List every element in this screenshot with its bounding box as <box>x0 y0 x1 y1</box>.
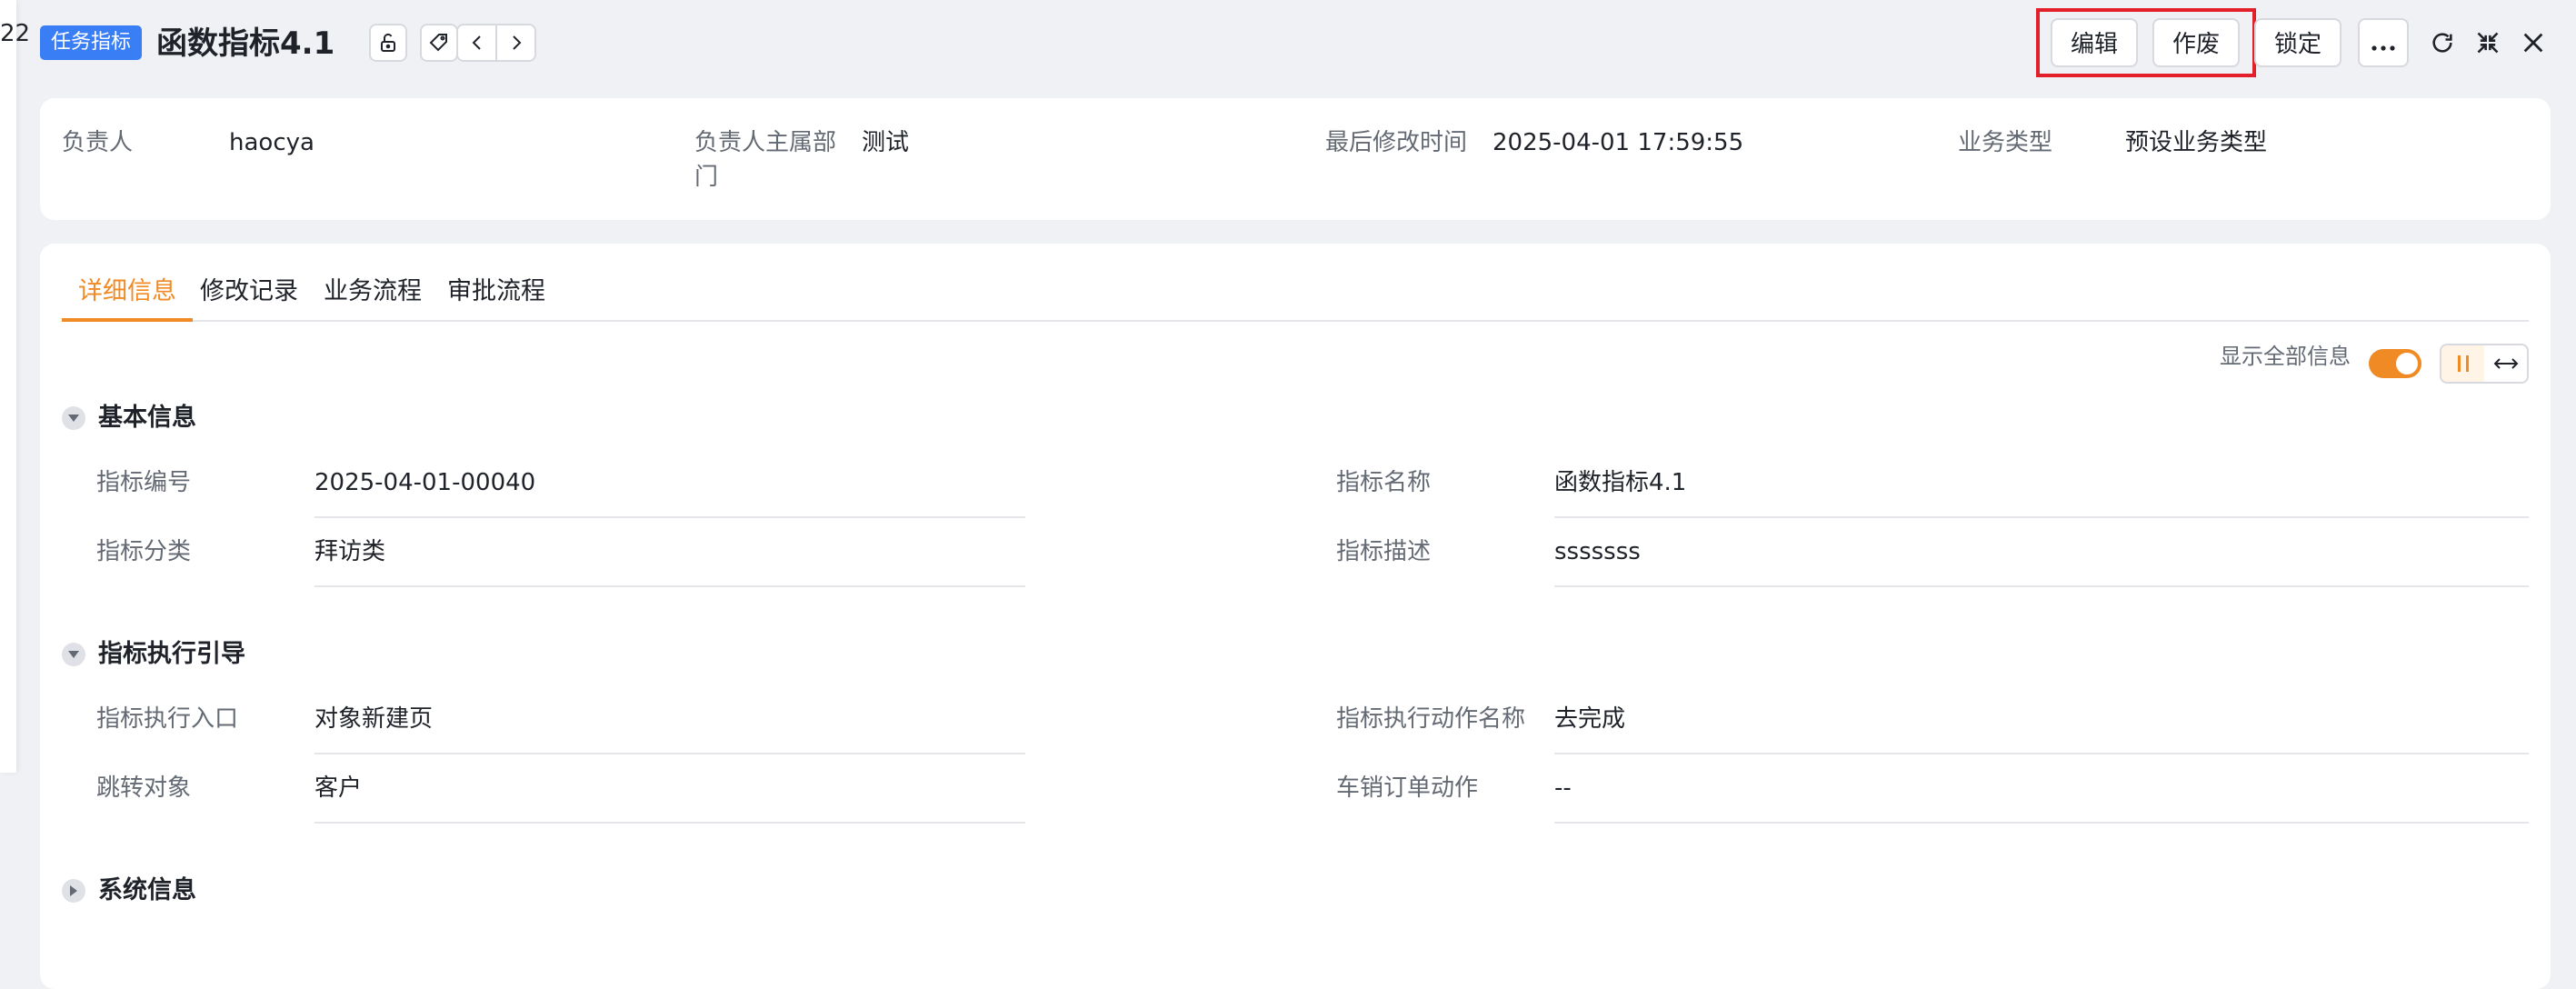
show-all-label: 显示全部信息 <box>2220 344 2351 369</box>
section-title: 基本信息 <box>98 404 196 432</box>
collapse-button[interactable] <box>2467 22 2509 64</box>
field-van-sales-order-action: 车销订单动作 -- <box>1336 754 2529 824</box>
section-system-info-header[interactable]: 系统信息 <box>62 873 196 909</box>
field-execution-entry: 指标执行入口 对象新建页 <box>96 685 1025 754</box>
tag-icon <box>429 34 447 52</box>
field-label: 车销订单动作 <box>1336 774 1479 802</box>
field-indicator-description: 指标描述 sssssss <box>1336 518 2529 587</box>
field-value: 2025-04-01-00040 <box>315 469 536 496</box>
tab-approval-flow[interactable]: 审批流程 <box>447 264 545 320</box>
detail-panel: 详细信息 修改记录 业务流程 审批流程 显示全部信息 基本信息 指标编号 202… <box>40 244 2551 989</box>
field-label: 指标描述 <box>1336 538 1432 565</box>
biz-type-label: 业务类型 <box>1958 129 2053 156</box>
arrows-horizontal-icon <box>2493 358 2518 369</box>
section-title: 系统信息 <box>98 876 196 904</box>
lock-button[interactable]: 锁定 <box>2254 18 2341 67</box>
field-value: sssssss <box>1554 538 1641 565</box>
caret-down-icon <box>62 406 85 430</box>
void-button[interactable]: 作废 <box>2152 18 2240 67</box>
section-basic-info-header[interactable]: 基本信息 <box>62 400 196 436</box>
two-column-view-button[interactable] <box>2441 345 2484 382</box>
columns-icon <box>2457 355 2469 372</box>
edit-button[interactable]: 编辑 <box>2051 18 2138 67</box>
owner-dept-value: 测试 <box>862 129 910 156</box>
chevron-right-icon <box>512 35 521 50</box>
collapse-icon <box>2477 32 2499 54</box>
section-title: 指标执行引导 <box>98 640 245 668</box>
field-divider <box>1554 585 2529 587</box>
field-execution-action-name: 指标执行动作名称 去完成 <box>1336 685 2529 754</box>
close-icon <box>2523 33 2543 53</box>
refresh-button[interactable] <box>2421 22 2463 64</box>
summary-card: 负责人 haocya 负责人主属部门 测试 最后修改时间 2025-04-01 … <box>40 98 2551 220</box>
unlock-icon <box>381 33 395 52</box>
layout-switch <box>2440 344 2529 384</box>
last-modified-label: 最后修改时间 <box>1325 129 1468 156</box>
field-value: 函数指标4.1 <box>1554 469 1687 496</box>
section-execution-guide-header[interactable]: 指标执行引导 <box>62 636 245 673</box>
field-label: 指标名称 <box>1336 469 1432 496</box>
more-actions-button[interactable] <box>2358 18 2409 67</box>
field-indicator-code: 指标编号 2025-04-01-00040 <box>96 449 1025 518</box>
field-label: 指标编号 <box>96 469 192 496</box>
field-label: 指标执行动作名称 <box>1336 705 1526 733</box>
more-icon <box>2371 45 2395 51</box>
show-all-toggle[interactable] <box>2369 349 2421 378</box>
caret-right-icon <box>62 879 85 903</box>
field-indicator-category: 指标分类 拜访类 <box>96 518 1025 587</box>
background-page-strip: 22 <box>0 0 30 773</box>
tab-bar: 详细信息 修改记录 业务流程 审批流程 <box>62 264 2529 322</box>
last-modified-value: 2025-04-01 17:59:55 <box>1493 129 1744 156</box>
full-width-view-button[interactable] <box>2484 345 2527 382</box>
owner-value: haocya <box>229 129 315 156</box>
unlock-button[interactable] <box>369 24 407 62</box>
field-jump-target: 跳转对象 客户 <box>96 754 1025 824</box>
field-value: 拜访类 <box>315 538 386 565</box>
field-indicator-name: 指标名称 函数指标4.1 <box>1336 449 2529 518</box>
field-value: 去完成 <box>1554 705 1626 733</box>
close-button[interactable] <box>2512 22 2554 64</box>
chevron-left-icon <box>472 35 481 50</box>
owner-label: 负责人 <box>62 129 134 156</box>
biz-type-value: 预设业务类型 <box>2125 129 2268 156</box>
field-value: 对象新建页 <box>315 705 434 733</box>
field-label: 指标执行入口 <box>96 705 239 733</box>
object-type-tag: 任务指标 <box>40 25 143 60</box>
background-fragment-text: 22 <box>0 20 31 47</box>
field-label: 指标分类 <box>96 538 192 565</box>
tab-details[interactable]: 详细信息 <box>62 264 193 322</box>
field-divider <box>315 822 1025 824</box>
previous-record-button[interactable] <box>458 25 495 60</box>
next-record-button[interactable] <box>495 25 534 60</box>
caret-down-icon <box>62 643 85 666</box>
field-label: 跳转对象 <box>96 774 192 802</box>
tab-business-flow[interactable]: 业务流程 <box>324 264 422 320</box>
field-value: -- <box>1554 774 1572 802</box>
owner-dept-label: 负责人主属部门 <box>694 129 837 191</box>
field-value: 客户 <box>315 774 363 802</box>
page-title: 函数指标4.1 <box>156 25 335 62</box>
field-divider <box>315 585 1025 587</box>
field-divider <box>1554 822 2529 824</box>
refresh-icon <box>2432 33 2452 53</box>
record-pager <box>456 24 536 62</box>
tab-change-log[interactable]: 修改记录 <box>200 264 298 320</box>
tag-button[interactable] <box>420 24 458 62</box>
